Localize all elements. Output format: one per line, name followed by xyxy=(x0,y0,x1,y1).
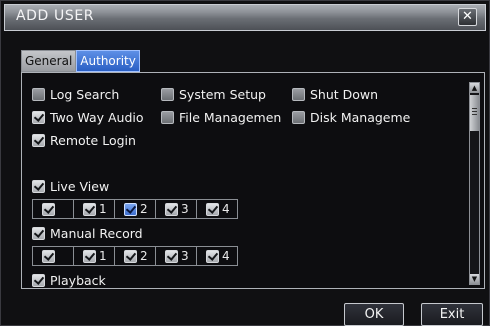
add-user-dialog: ADD USER ✕ General Authority Log Search … xyxy=(0,0,490,326)
live-view-option[interactable]: Live View xyxy=(32,179,109,194)
two-way-audio-option[interactable]: Two Way Audio xyxy=(32,110,144,125)
file-management-checkbox[interactable] xyxy=(161,111,174,124)
manual-record-channel-3-checkbox[interactable] xyxy=(165,249,178,263)
live-view-channel-all[interactable] xyxy=(32,199,74,219)
scroll-up-icon[interactable]: ▲ xyxy=(470,83,479,93)
log-search-label: Log Search xyxy=(50,87,120,102)
tab-general[interactable]: General xyxy=(21,50,77,72)
live-view-label: Live View xyxy=(50,179,110,194)
dialog-title: ADD USER xyxy=(16,8,95,24)
file-management-option[interactable]: File Managemen xyxy=(161,110,281,125)
tab-bar: General Authority xyxy=(21,50,140,72)
manual-record-channel-1-checkbox[interactable] xyxy=(83,249,96,263)
channel-label: 4 xyxy=(222,202,230,216)
title-bar[interactable]: ADD USER ✕ xyxy=(4,4,486,31)
remote-login-option[interactable]: Remote Login xyxy=(32,133,136,148)
live-view-channel-1-checkbox[interactable] xyxy=(83,202,96,216)
manual-record-channel-3[interactable]: 3 xyxy=(155,246,197,266)
ok-button[interactable]: OK xyxy=(344,303,404,326)
playback-checkbox[interactable] xyxy=(32,274,45,287)
manual-record-channel-2[interactable]: 2 xyxy=(114,246,156,266)
log-search-option[interactable]: Log Search xyxy=(32,87,119,102)
remote-login-checkbox[interactable] xyxy=(32,134,45,147)
system-setup-label: System Setup xyxy=(179,87,266,102)
two-way-audio-label: Two Way Audio xyxy=(50,110,144,125)
system-setup-option[interactable]: System Setup xyxy=(161,87,266,102)
live-view-channel-4[interactable]: 4 xyxy=(196,199,238,219)
shut-down-label: Shut Down xyxy=(310,87,379,102)
channel-label: 1 xyxy=(99,202,107,216)
manual-record-channel-grid: 1 2 3 4 xyxy=(32,246,238,266)
disk-management-option[interactable]: Disk Manageme xyxy=(292,110,410,125)
two-way-audio-checkbox[interactable] xyxy=(32,111,45,124)
tab-authority[interactable]: Authority xyxy=(76,50,140,72)
live-view-channel-3-checkbox[interactable] xyxy=(165,202,178,216)
close-icon[interactable]: ✕ xyxy=(458,8,477,26)
manual-record-option[interactable]: Manual Record xyxy=(32,226,143,241)
vertical-scrollbar[interactable]: ▲ ▼ xyxy=(469,82,480,285)
channel-label: 2 xyxy=(140,249,148,263)
channel-label: 3 xyxy=(181,249,189,263)
manual-record-channel-2-checkbox[interactable] xyxy=(124,249,137,263)
live-view-channel-grid: 1 2 3 4 xyxy=(32,199,238,219)
disk-management-label: Disk Manageme xyxy=(310,110,411,125)
manual-record-channel-4[interactable]: 4 xyxy=(196,246,238,266)
live-view-channel-all-checkbox[interactable] xyxy=(42,202,55,216)
playback-option[interactable]: Playback xyxy=(32,273,106,288)
channel-label: 1 xyxy=(99,249,107,263)
playback-label: Playback xyxy=(50,273,106,288)
manual-record-channel-1[interactable]: 1 xyxy=(73,246,115,266)
live-view-channel-4-checkbox[interactable] xyxy=(206,202,219,216)
manual-record-channel-4-checkbox[interactable] xyxy=(206,249,219,263)
log-search-checkbox[interactable] xyxy=(32,88,45,101)
authority-panel: Log Search System Setup Shut Down Two Wa… xyxy=(21,72,485,289)
scroll-down-icon[interactable]: ▼ xyxy=(470,274,479,284)
remote-login-label: Remote Login xyxy=(50,133,136,148)
live-view-channel-2-checkbox[interactable] xyxy=(124,202,137,216)
channel-label: 2 xyxy=(140,202,148,216)
live-view-checkbox[interactable] xyxy=(32,180,45,193)
exit-button[interactable]: Exit xyxy=(421,303,483,326)
manual-record-label: Manual Record xyxy=(50,226,143,241)
live-view-channel-3[interactable]: 3 xyxy=(155,199,197,219)
system-setup-checkbox[interactable] xyxy=(161,88,174,101)
live-view-channel-1[interactable]: 1 xyxy=(73,199,115,219)
channel-label: 4 xyxy=(222,249,230,263)
live-view-channel-2[interactable]: 2 xyxy=(114,199,156,219)
file-management-label: File Managemen xyxy=(179,110,282,125)
manual-record-checkbox[interactable] xyxy=(32,227,45,240)
manual-record-channel-all-checkbox[interactable] xyxy=(42,249,55,263)
scrollbar-thumb[interactable] xyxy=(470,95,479,131)
disk-management-checkbox[interactable] xyxy=(292,111,305,124)
shut-down-option[interactable]: Shut Down xyxy=(292,87,378,102)
channel-label: 3 xyxy=(181,202,189,216)
manual-record-channel-all[interactable] xyxy=(32,246,74,266)
shut-down-checkbox[interactable] xyxy=(292,88,305,101)
